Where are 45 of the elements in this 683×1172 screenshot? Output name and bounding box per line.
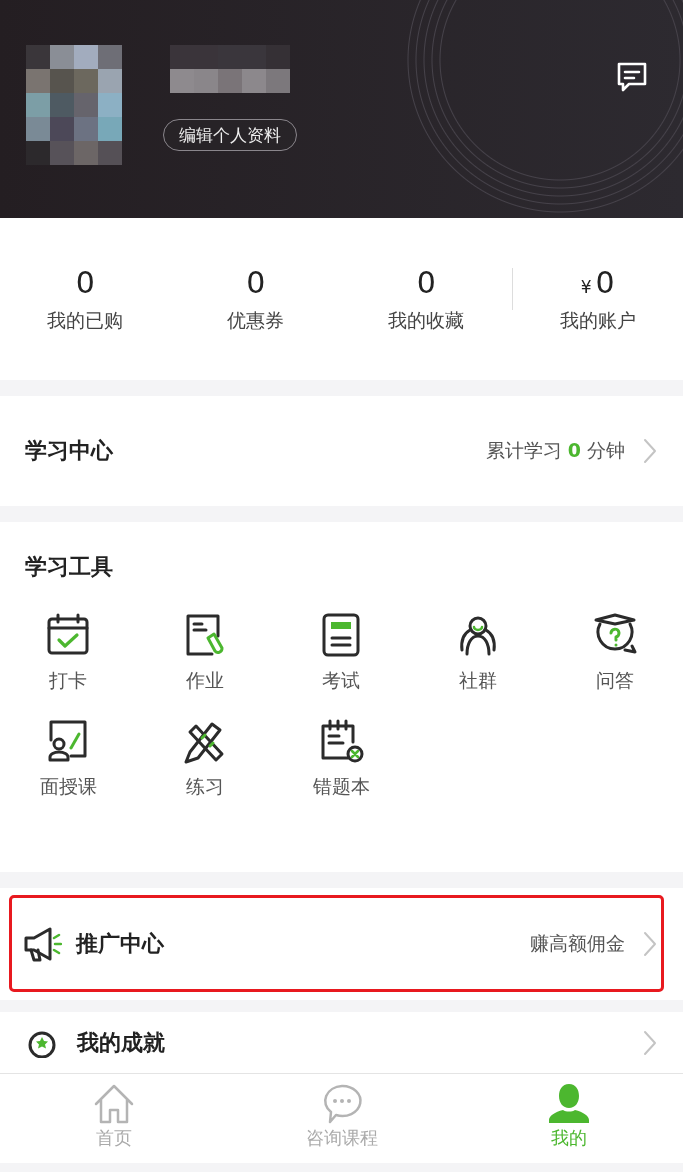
stat-item[interactable]: ¥0 我的账户 — [512, 264, 683, 334]
promotion-row[interactable]: 推广中心 赚高额佣金 — [0, 888, 683, 1000]
tool-label: 错题本 — [313, 774, 370, 799]
tool-item[interactable]: 社群 — [409, 612, 547, 694]
stat-value: 0 — [595, 264, 615, 300]
tool-label: 考试 — [322, 668, 361, 693]
section-title: 学习中心 — [25, 437, 113, 465]
stat-label: 我的收藏 — [388, 307, 465, 333]
tool-item[interactable]: 面授课 — [0, 718, 137, 800]
section-title: 推广中心 — [76, 930, 164, 958]
stat-item[interactable]: 0 我的收藏 — [341, 264, 512, 334]
stat-value: 0 — [75, 264, 95, 300]
tool-item[interactable]: 作业 — [136, 612, 274, 694]
learning-center-row[interactable]: 学习中心 累计学习 0 分钟 — [0, 396, 683, 506]
chevron-icon — [643, 1030, 657, 1056]
person-icon — [547, 1082, 592, 1124]
currency-symbol: ¥ — [580, 276, 592, 297]
calendar-check-icon — [45, 612, 92, 658]
tool-item[interactable]: 练习 — [136, 718, 274, 800]
tool-label: 社群 — [459, 668, 498, 693]
stat-item[interactable]: 0 我的已购 — [0, 264, 171, 334]
stat-value: 0 — [416, 264, 436, 300]
achievement-row[interactable]: 我的成就 — [0, 1012, 683, 1074]
edit-profile-button[interactable]: 编辑个人资料 — [163, 119, 297, 151]
stat-label: 我的已购 — [47, 307, 124, 333]
commission-hint: 赚高额佣金 — [530, 931, 625, 956]
tool-item[interactable]: 错题本 — [273, 718, 410, 800]
tool-label: 问答 — [595, 668, 634, 693]
tool-label: 练习 — [185, 774, 224, 799]
tool-item[interactable]: 考试 — [273, 612, 410, 694]
stat-label: 优惠券 — [227, 307, 285, 333]
tool-item[interactable]: 问答 — [546, 612, 683, 694]
chevron-icon — [643, 438, 657, 464]
tool-label: 面授课 — [39, 774, 97, 799]
section-title: 我的成就 — [77, 1029, 165, 1057]
stat-label: 我的账户 — [559, 307, 636, 333]
stat-item[interactable]: 0 优惠券 — [170, 264, 341, 334]
message-icon[interactable] — [615, 60, 649, 94]
stat-value: 0 — [246, 264, 266, 300]
chevron-icon — [643, 931, 657, 957]
section-title: 学习工具 — [24, 553, 114, 581]
study-time-text: 累计学习 0 分钟 — [485, 438, 625, 463]
tool-item[interactable]: 打卡 — [0, 612, 137, 694]
tool-label: 作业 — [185, 668, 224, 693]
tool-label: 打卡 — [49, 668, 88, 693]
